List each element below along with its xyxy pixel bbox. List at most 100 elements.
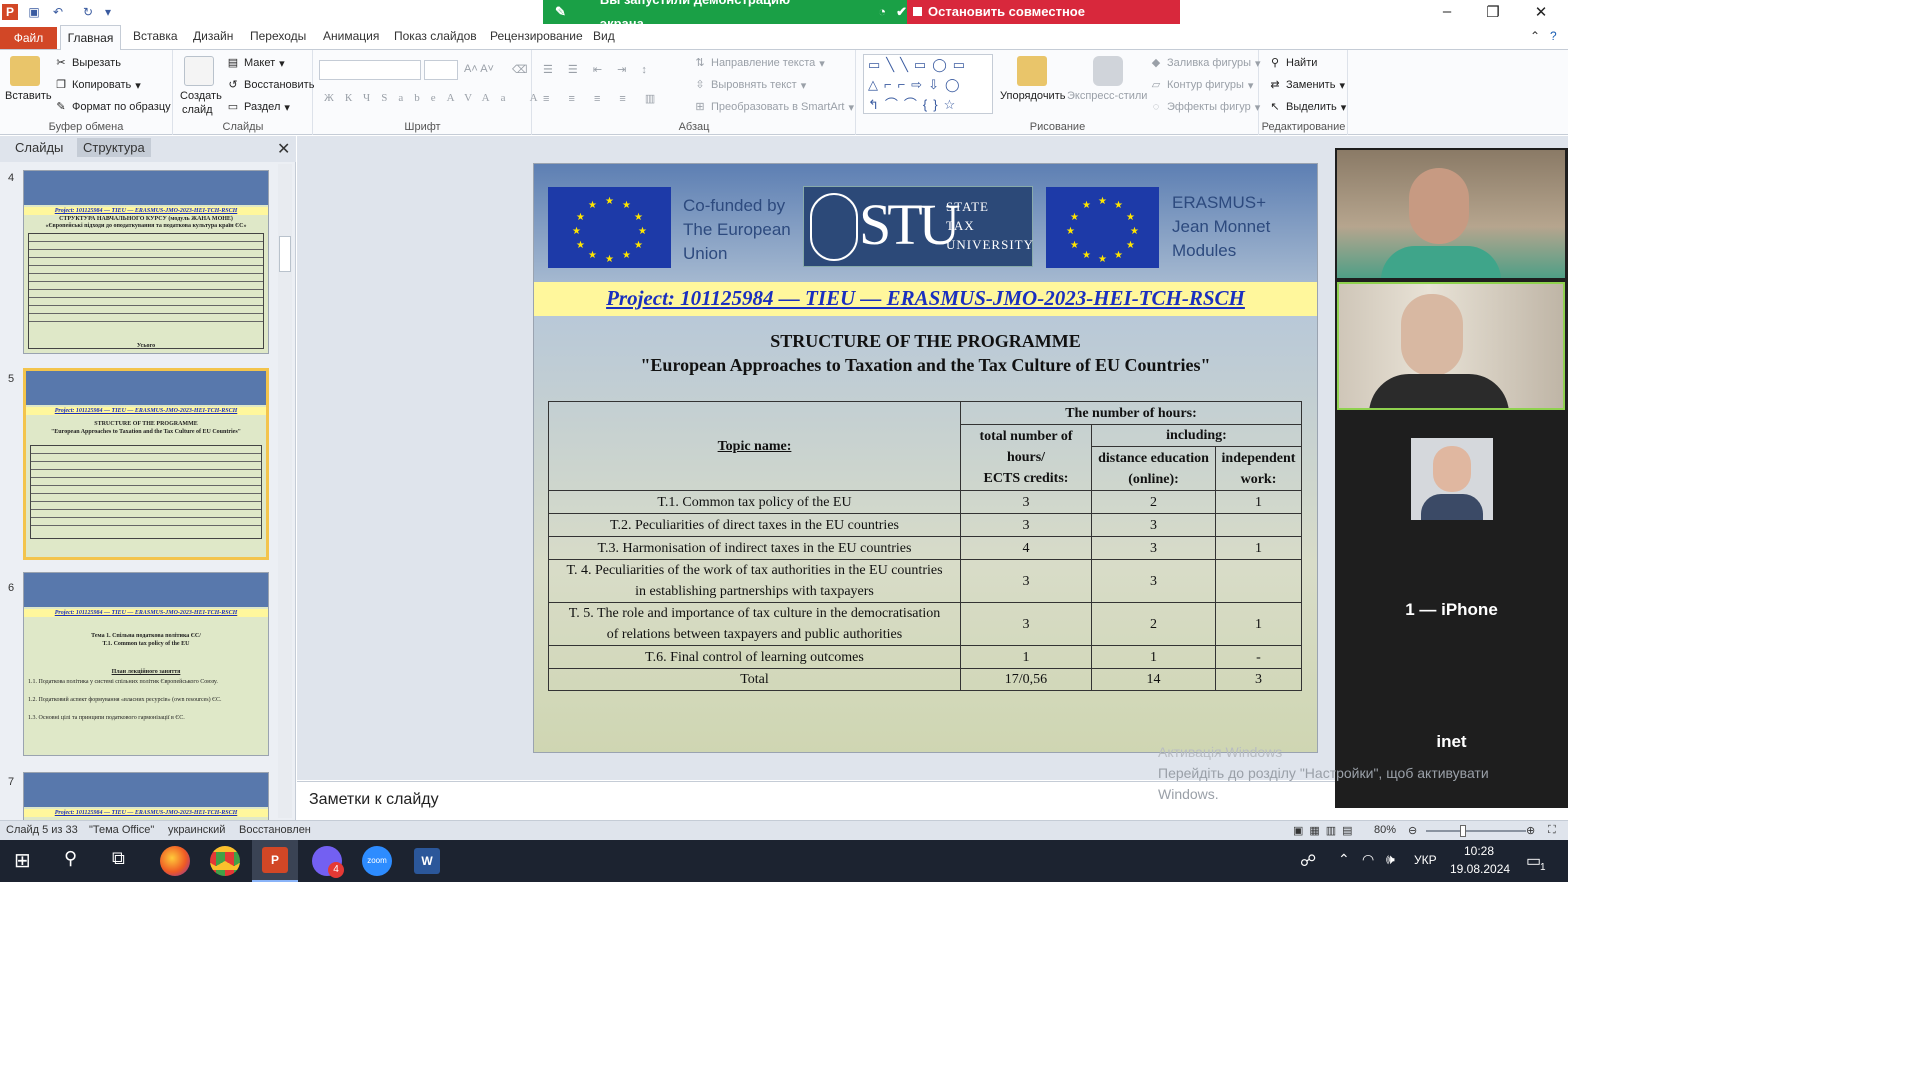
volume-icon[interactable]: 🕪 — [1386, 851, 1395, 868]
cut-button[interactable]: ✂ Вырезать — [54, 56, 121, 70]
tab-transitions[interactable]: Переходы — [250, 29, 306, 43]
zoom-out-icon[interactable]: ⊖ — [1408, 824, 1417, 837]
section-button[interactable]: ▭ Раздел ▾ — [226, 100, 290, 114]
slides-group-label: Слайды — [222, 121, 264, 133]
tab-insert[interactable]: Вставка — [133, 29, 178, 43]
reset-button[interactable]: ↺ Восстановить — [226, 78, 314, 92]
tab-outline[interactable]: Структура — [77, 138, 151, 157]
zoom-slider[interactable] — [1426, 830, 1526, 832]
thumb-plan: План лекційного заняття — [111, 669, 181, 675]
close-button[interactable]: ✕ — [1532, 3, 1550, 21]
shape-outline-button[interactable]: ▱ Контур фигуры ▾ — [1149, 78, 1254, 92]
chrome-icon[interactable] — [210, 846, 240, 876]
font-name-select[interactable] — [319, 60, 421, 80]
people-icon[interactable]: ☍ — [1300, 851, 1316, 871]
view-buttons[interactable]: ▣▦▥▤ — [1293, 824, 1359, 837]
powerpoint-icon: P — [2, 4, 18, 20]
text-direction-label: Направление текста — [711, 57, 816, 69]
eu-flag-icon: ★ ★ ★ ★ ★ ★ ★ ★ ★ ★ ★ ★ — [1046, 187, 1159, 268]
project-link[interactable]: Project: 101125984 — TIEU — ERASMUS-JMO-… — [534, 286, 1317, 311]
notes-placeholder[interactable]: Заметки к слайду — [309, 791, 439, 809]
format-painter-button[interactable]: ✎ Формат по образцу — [54, 100, 170, 114]
tab-review[interactable]: Рецензирование — [490, 29, 583, 43]
clock-date[interactable]: 19.08.2024 — [1450, 862, 1510, 876]
select-label: Выделить — [1286, 101, 1337, 113]
scroll-thumb[interactable] — [279, 236, 291, 272]
minimize-button[interactable]: – — [1438, 3, 1456, 21]
replace-button[interactable]: ⇄ Заменить ▾ — [1268, 78, 1345, 92]
slide-thumbnail-4[interactable]: Project: 101125984 — TIEU — ERASMUS-JMO-… — [23, 170, 269, 354]
tab-file[interactable]: Файл — [0, 27, 57, 49]
list-buttons[interactable]: ☰ ☰ ⇤ ⇥ ↕ — [543, 63, 653, 76]
find-button[interactable]: ⚲ Найти — [1268, 56, 1317, 70]
zoom-icon[interactable]: zoom — [362, 846, 392, 876]
chevron-up-icon[interactable]: ⌃ — [1338, 851, 1350, 868]
grow-font-icon[interactable]: A˄ A˅ — [464, 63, 494, 75]
language-indicator[interactable]: УКР — [1414, 853, 1437, 867]
shape-effects-button[interactable]: ◌ Эффекты фигур ▾ — [1149, 100, 1261, 114]
wifi-icon[interactable]: ◠ — [1362, 851, 1374, 868]
zoom-slider-handle[interactable] — [1460, 825, 1466, 837]
stop-share-button[interactable]: Остановить совместное использование — [907, 0, 1180, 43]
undo-icon[interactable]: ↶ — [50, 4, 66, 20]
customize-qat-icon[interactable]: ▾ — [100, 4, 116, 20]
align-buttons[interactable]: ≡ ≡ ≡ ≡ ▥ — [543, 92, 663, 105]
new-slide-label-2[interactable]: слайд — [182, 104, 213, 116]
firefox-icon[interactable] — [160, 846, 190, 876]
shape-fill-button[interactable]: ◆ Заливка фигуры ▾ — [1149, 56, 1261, 70]
tab-home[interactable]: Главная — [60, 25, 121, 51]
text-direction-button[interactable]: ⇅ Направление текста ▾ — [693, 56, 824, 70]
independent-header: independent work: — [1215, 446, 1302, 491]
new-slide-button[interactable]: Создать — [180, 90, 222, 102]
shapes-gallery[interactable]: ▭╲╲▭◯▭ △⌐⌐⇨⇩◯ ↰⌒⌒{}☆ — [863, 54, 993, 114]
tab-slides[interactable]: Слайды — [15, 140, 63, 155]
quick-styles-button[interactable]: Экспресс-стили — [1067, 90, 1147, 102]
slide-thumbnail-5-selected[interactable]: Project: 101125984 — TIEU — ERASMUS-JMO-… — [23, 368, 269, 560]
clock-time[interactable]: 10:28 — [1464, 844, 1494, 858]
slide-canvas[interactable]: ★ ★ ★ ★ ★ ★ ★ ★ ★ ★ ★ ★ Co-funded by The European U… — [533, 163, 1318, 753]
slides-scrollbar[interactable] — [278, 164, 292, 818]
participant-video-2[interactable] — [1337, 282, 1565, 410]
zoom-level[interactable]: 80% — [1374, 824, 1396, 836]
arrange-icon[interactable] — [1017, 56, 1047, 86]
maximize-button[interactable]: ❐ — [1484, 3, 1502, 21]
close-pane-icon[interactable]: ✕ — [277, 139, 290, 159]
arrange-button[interactable]: Упорядочить — [1000, 90, 1065, 102]
tab-animation[interactable]: Анимация — [323, 29, 379, 43]
search-icon[interactable]: ⚲ — [64, 848, 77, 869]
clear-format-icon[interactable]: ⌫ — [512, 63, 528, 76]
paste-icon[interactable] — [10, 56, 40, 86]
slide-thumbnail-7[interactable]: Project: 101125984 — TIEU — ERASMUS-JMO-… — [23, 772, 269, 820]
font-style-buttons[interactable]: ЖКЧSabeAVAa A — [324, 92, 549, 104]
pin-icon[interactable]: ✎ — [555, 0, 566, 24]
participant-video-1[interactable] — [1337, 150, 1565, 278]
align-text-button[interactable]: ⇳ Выровнять текст ▾ — [693, 78, 806, 92]
zoom-in-icon[interactable]: ⊕ — [1526, 824, 1535, 837]
layout-button[interactable]: ▤ Макет ▾ — [226, 56, 285, 70]
redo-icon[interactable]: ↻ — [80, 4, 96, 20]
select-button[interactable]: ↖ Выделить ▾ — [1268, 100, 1346, 114]
save-icon[interactable]: ▣ — [26, 4, 42, 20]
thumb-project: Project: 101125984 — TIEU — ERASMUS-JMO-… — [26, 407, 266, 415]
smartart-button[interactable]: ⊞ Преобразовать в SmartArt ▾ — [693, 100, 854, 114]
slide-thumbnail-6[interactable]: Project: 101125984 — TIEU — ERASMUS-JMO-… — [23, 572, 269, 756]
viber-icon[interactable]: 4 — [312, 846, 344, 878]
powerpoint-taskbar-button[interactable]: P — [252, 840, 298, 882]
fit-slide-icon[interactable]: ⛶ — [1548, 824, 1556, 837]
tab-slideshow[interactable]: Показ слайдов — [394, 29, 477, 43]
quick-styles-icon[interactable] — [1093, 56, 1123, 86]
notifications-icon[interactable]: ▭ — [1526, 851, 1541, 871]
windows-start-icon[interactable]: ⊞ — [14, 848, 31, 873]
collapse-ribbon-icon[interactable]: ⌃ — [1530, 29, 1540, 43]
independent-header-line: work: — [1240, 471, 1277, 487]
task-view-icon[interactable]: ⧉ — [112, 848, 125, 869]
font-size-select[interactable] — [424, 60, 458, 80]
word-icon[interactable]: W — [414, 848, 440, 874]
paste-button[interactable]: Вставить — [5, 90, 52, 102]
help-icon[interactable]: ? — [1550, 29, 1557, 43]
tab-view[interactable]: Вид — [593, 29, 615, 43]
tab-design[interactable]: Дизайн — [193, 29, 233, 43]
copy-button[interactable]: ❐ Копировать ▾ — [54, 78, 141, 92]
new-slide-icon[interactable] — [184, 56, 214, 86]
language-status[interactable]: украинский — [168, 824, 225, 836]
